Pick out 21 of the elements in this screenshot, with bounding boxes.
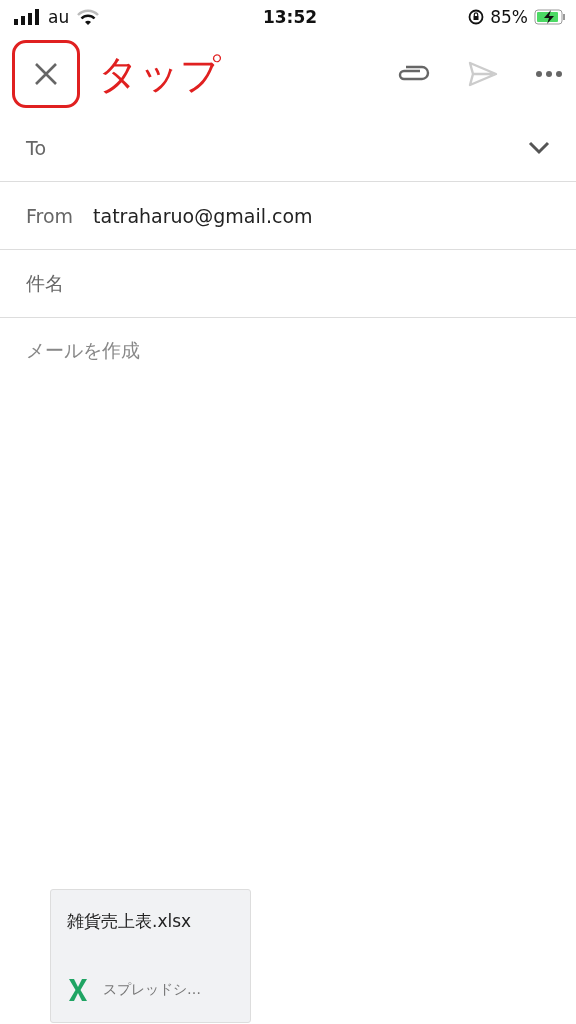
battery-percent: 85% <box>490 7 528 27</box>
chevron-down-icon[interactable] <box>528 140 550 155</box>
wifi-icon <box>77 9 100 25</box>
carrier-name: au <box>48 7 70 27</box>
message-body-field[interactable]: メールを作成 <box>26 339 140 361</box>
rotation-lock-icon <box>468 9 485 25</box>
sender-address[interactable]: tatraharuo@gmail.com <box>93 204 313 227</box>
paperclip-icon[interactable] <box>396 65 430 83</box>
attachment-type: スプレッドシ… <box>103 981 201 999</box>
more-icon[interactable] <box>536 71 562 77</box>
to-label: To <box>26 136 46 159</box>
attachment-filename: 雑貨売上表.xlsx <box>67 910 193 933</box>
attachment-card[interactable]: 雑貨売上表.xlsx スプレッドシ… <box>50 889 251 1023</box>
close-button[interactable] <box>12 40 80 108</box>
signal-icon <box>14 9 40 25</box>
annotation-label: タップ <box>98 49 222 99</box>
spreadsheet-icon <box>67 978 89 1002</box>
clock-time: 13:52 <box>261 7 319 27</box>
from-label: From <box>26 204 74 227</box>
close-icon[interactable] <box>34 62 58 86</box>
subject-field[interactable]: 件名 <box>26 270 64 297</box>
